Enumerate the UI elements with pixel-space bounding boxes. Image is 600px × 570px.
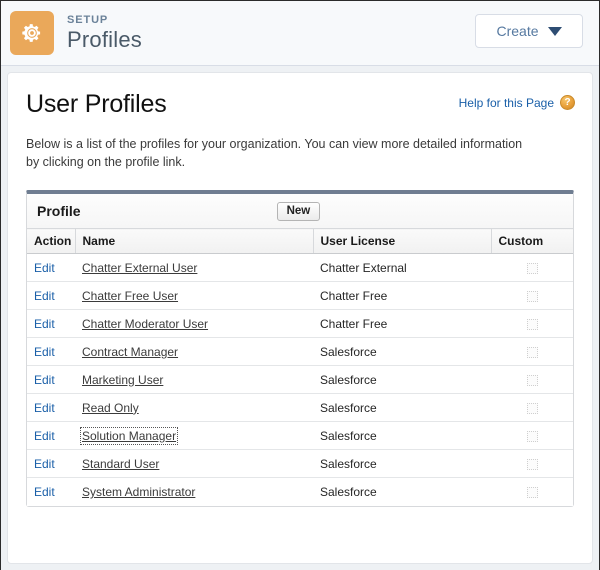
cell-name: Chatter Free User [75,282,313,310]
cell-name: Standard User [75,450,313,478]
cell-custom [491,254,573,282]
edit-link[interactable]: Edit [34,317,55,331]
cell-action: Edit [27,338,75,366]
setup-eyebrow: SETUP [67,15,142,26]
table-row: Edit Solution Manager Salesforce [27,422,573,450]
column-header-name: Name [75,229,313,254]
cell-custom [491,282,573,310]
custom-checkbox [527,375,538,386]
table-header-row: Action Name User License Custom [27,229,573,254]
create-button[interactable]: Create [475,14,583,48]
profile-name-link[interactable]: Chatter Free User [82,289,178,303]
table-row: Edit System Administrator Salesforce [27,478,573,506]
table-row: Edit Standard User Salesforce [27,450,573,478]
cell-user-license: Salesforce [313,422,491,450]
cell-custom [491,478,573,506]
profile-name-link[interactable]: Chatter Moderator User [82,317,208,331]
profile-name-link[interactable]: Chatter External User [82,261,197,275]
cell-custom [491,450,573,478]
profile-name-link[interactable]: Solution Manager [82,429,176,443]
table-row: Edit Chatter Free User Chatter Free [27,282,573,310]
profiles-table: Action Name User License Custom Edit Chat… [27,228,573,506]
edit-link[interactable]: Edit [34,457,55,471]
content-card: Help for this Page ? User Profiles Below… [7,72,593,564]
cell-action: Edit [27,254,75,282]
edit-link[interactable]: Edit [34,289,55,303]
cell-user-license: Salesforce [313,450,491,478]
column-header-action: Action [27,229,75,254]
custom-checkbox [527,319,538,330]
cell-custom [491,338,573,366]
custom-checkbox [527,431,538,442]
chevron-down-icon [548,27,562,36]
cell-custom [491,422,573,450]
custom-checkbox [527,487,538,498]
cell-name: Marketing User [75,366,313,394]
cell-user-license: Chatter Free [313,282,491,310]
custom-checkbox [527,291,538,302]
cell-user-license: Salesforce [313,338,491,366]
gear-icon [10,11,54,55]
edit-link[interactable]: Edit [34,429,55,443]
app-window: SETUP Profiles Create Help for this Page… [0,0,600,570]
create-button-label: Create [496,23,538,39]
body-area: Help for this Page ? User Profiles Below… [1,66,599,570]
cell-action: Edit [27,478,75,506]
profile-name-link[interactable]: Standard User [82,457,159,471]
new-button[interactable]: New [277,202,321,221]
table-row: Edit Read Only Salesforce [27,394,573,422]
edit-link[interactable]: Edit [34,485,55,499]
profile-name-link[interactable]: Marketing User [82,373,163,387]
panel-title: Profile [37,203,81,219]
panel-header: Profile New [27,194,573,228]
cell-name: Chatter External User [75,254,313,282]
cell-user-license: Salesforce [313,478,491,506]
cell-action: Edit [27,366,75,394]
cell-name: Contract Manager [75,338,313,366]
edit-link[interactable]: Edit [34,345,55,359]
custom-checkbox [527,403,538,414]
column-header-user-license: User License [313,229,491,254]
cell-name: Read Only [75,394,313,422]
edit-link[interactable]: Edit [34,401,55,415]
help-link-label: Help for this Page [459,96,554,110]
table-header: Action Name User License Custom [27,229,573,254]
cell-action: Edit [27,450,75,478]
page-title: Profiles [67,29,142,51]
cell-user-license: Chatter Free [313,310,491,338]
profile-name-link[interactable]: Contract Manager [82,345,178,359]
cell-action: Edit [27,282,75,310]
profile-panel: Profile New Action Name User License Cus… [26,190,574,507]
edit-link[interactable]: Edit [34,373,55,387]
cell-custom [491,310,573,338]
cell-name: Solution Manager [75,422,313,450]
cell-action: Edit [27,310,75,338]
cell-name: System Administrator [75,478,313,506]
cell-user-license: Salesforce [313,366,491,394]
custom-checkbox [527,263,538,274]
cell-user-license: Salesforce [313,394,491,422]
setup-header: SETUP Profiles Create [1,1,599,66]
custom-checkbox [527,459,538,470]
cell-action: Edit [27,394,75,422]
cell-name: Chatter Moderator User [75,310,313,338]
cell-custom [491,394,573,422]
cell-user-license: Chatter External [313,254,491,282]
table-body: Edit Chatter External User Chatter Externa… [27,254,573,506]
header-titles: SETUP Profiles [67,15,142,51]
column-header-custom: Custom [491,229,573,254]
help-for-this-page-link[interactable]: Help for this Page ? [459,95,575,110]
page-description: Below is a list of the profiles for your… [26,135,526,171]
table-row: Edit Chatter External User Chatter Externa… [27,254,573,282]
help-question-icon: ? [560,95,575,110]
custom-checkbox [527,347,538,358]
profile-name-link[interactable]: System Administrator [82,485,195,499]
cell-custom [491,366,573,394]
edit-link[interactable]: Edit [34,261,55,275]
cell-action: Edit [27,422,75,450]
table-row: Edit Chatter Moderator User Chatter Free [27,310,573,338]
profile-name-link[interactable]: Read Only [82,401,139,415]
table-row: Edit Contract Manager Salesforce [27,338,573,366]
table-row: Edit Marketing User Salesforce [27,366,573,394]
